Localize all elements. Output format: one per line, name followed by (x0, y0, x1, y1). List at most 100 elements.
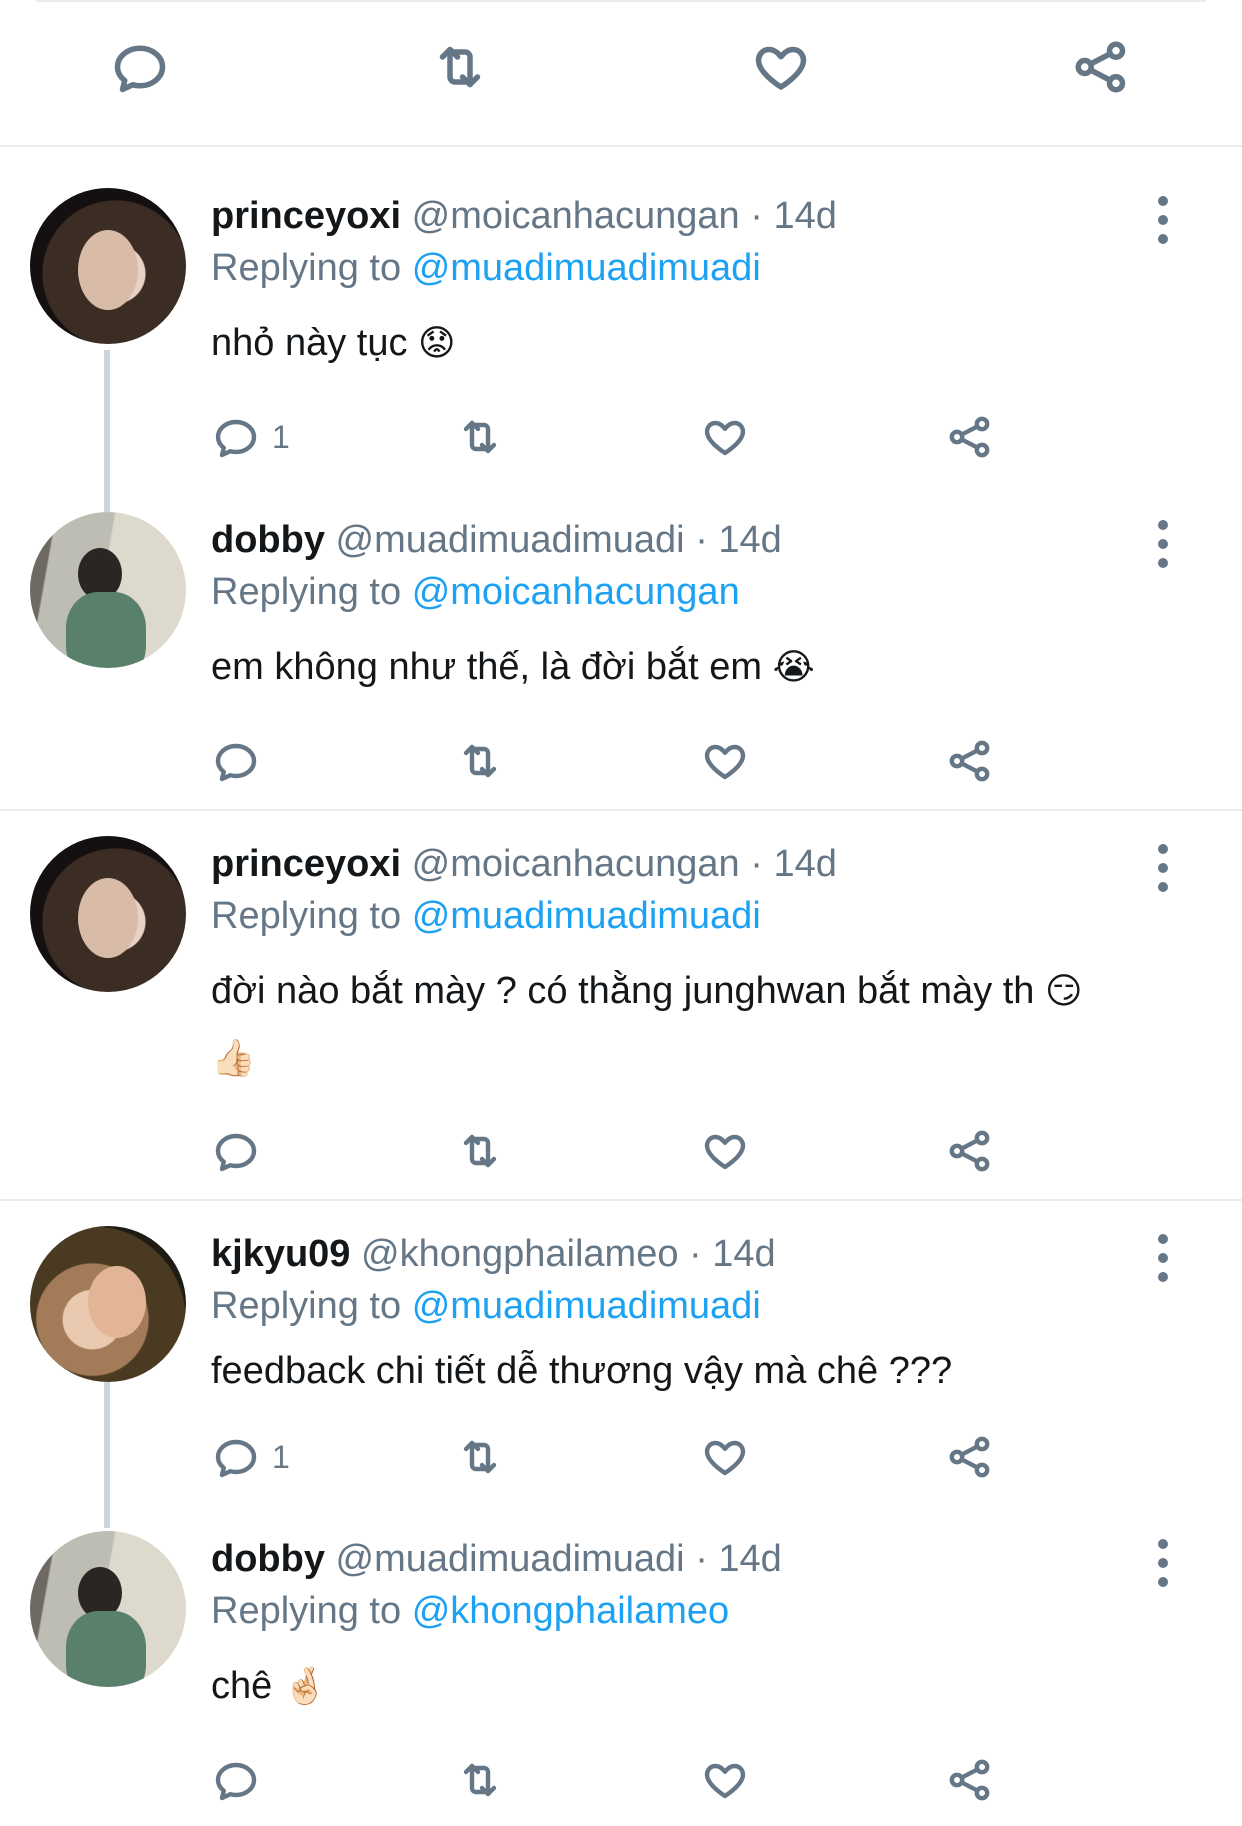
timestamp[interactable]: 14d (712, 1233, 775, 1275)
timestamp[interactable]: 14d (718, 1538, 781, 1580)
retweet-button[interactable] (456, 1432, 504, 1482)
emoji: 👍🏻 (211, 1038, 256, 1079)
more-options-button[interactable] (1148, 844, 1178, 892)
avatar[interactable] (30, 1226, 186, 1382)
handle[interactable]: @muadimuadimuadi (336, 1538, 685, 1580)
retweet-button[interactable] (456, 1126, 504, 1176)
share-button[interactable] (946, 1126, 994, 1176)
like-icon (751, 37, 811, 97)
retweet-icon (456, 1433, 504, 1481)
retweet-icon (456, 1756, 504, 1804)
retweet-icon (456, 413, 504, 461)
like-icon (701, 1433, 749, 1481)
tweet-text: nhỏ này tục 😟 (211, 310, 456, 377)
tweet-actions: 1 (0, 1432, 1242, 1482)
share-button[interactable] (946, 1755, 994, 1805)
reply-button[interactable] (108, 35, 172, 99)
tweet-text-content: em không như thế, là đời bắt em (211, 646, 762, 688)
handle[interactable]: @khongphailameo (361, 1233, 678, 1275)
replying-to: Replying to @khongphailameo (211, 1588, 729, 1634)
share-icon (1071, 37, 1131, 97)
timestamp[interactable]: 14d (773, 843, 836, 885)
share-button[interactable] (946, 1432, 994, 1482)
like-button[interactable] (749, 35, 813, 99)
tweet-header: princeyoxi @moicanhacungan · 14d (211, 193, 837, 239)
tweet-actions (0, 1755, 1242, 1805)
replying-label: Replying to (211, 571, 402, 613)
tweet-actions (0, 1126, 1242, 1176)
retweet-button[interactable] (428, 35, 492, 99)
reply-button[interactable] (212, 736, 272, 786)
like-icon (701, 413, 749, 461)
replying-label: Replying to (211, 895, 402, 937)
reply-icon (212, 1433, 260, 1481)
reply-icon (212, 1756, 260, 1804)
more-options-button[interactable] (1148, 520, 1178, 568)
timestamp[interactable]: 14d (773, 195, 836, 237)
handle[interactable]: @moicanhacungan (412, 195, 740, 237)
retweet-button[interactable] (456, 736, 504, 786)
reply-button[interactable]: 1 (212, 1432, 290, 1482)
more-options-button[interactable] (1148, 196, 1178, 244)
replying-to: Replying to @muadimuadimuadi (211, 245, 761, 291)
display-name[interactable]: princeyoxi (211, 843, 401, 885)
like-button[interactable] (701, 412, 749, 462)
tweet-actions: 1 (0, 412, 1242, 462)
reply-button[interactable] (212, 1126, 272, 1176)
like-icon (701, 1127, 749, 1175)
retweet-icon (456, 737, 504, 785)
handle[interactable]: @moicanhacungan (412, 843, 740, 885)
replying-label: Replying to (211, 1590, 402, 1632)
display-name[interactable]: princeyoxi (211, 195, 401, 237)
tweet-header: kjkyu09 @khongphailameo · 14d (211, 1231, 776, 1277)
dot-separator: · (695, 1538, 708, 1580)
avatar[interactable] (30, 512, 186, 668)
mention-link[interactable]: @muadimuadimuadi (412, 895, 761, 937)
avatar[interactable] (30, 1531, 186, 1687)
mention-link[interactable]: @muadimuadimuadi (412, 247, 761, 289)
like-button[interactable] (701, 736, 749, 786)
replying-to: Replying to @muadimuadimuadi (211, 893, 761, 939)
handle[interactable]: @muadimuadimuadi (336, 519, 685, 561)
divider (0, 1199, 1242, 1201)
share-icon (946, 1433, 994, 1481)
tweet-text: em không như thế, là đời bắt em 😭 (211, 634, 815, 701)
like-button[interactable] (701, 1432, 749, 1482)
divider (0, 809, 1242, 811)
tweet-actions (0, 736, 1242, 786)
avatar[interactable] (30, 836, 186, 992)
mention-link[interactable]: @muadimuadimuadi (412, 1285, 761, 1327)
reply-button[interactable]: 1 (212, 412, 290, 462)
timestamp[interactable]: 14d (718, 519, 781, 561)
like-button[interactable] (701, 1755, 749, 1805)
tweet-text: feedback chi tiết dễ thương vậy mà chê ?… (211, 1338, 952, 1405)
more-options-button[interactable] (1148, 1234, 1178, 1282)
emoji: 😏 (1045, 971, 1083, 1012)
like-icon (701, 1756, 749, 1804)
mention-link[interactable]: @khongphailameo (412, 1590, 729, 1632)
retweet-icon (456, 1127, 504, 1175)
display-name[interactable]: dobby (211, 519, 325, 561)
divider (0, 145, 1242, 147)
share-icon (946, 1127, 994, 1175)
replying-label: Replying to (211, 247, 402, 289)
retweet-button[interactable] (456, 1755, 504, 1805)
display-name[interactable]: kjkyu09 (211, 1233, 350, 1275)
share-button[interactable] (946, 736, 994, 786)
share-button[interactable] (946, 412, 994, 462)
avatar[interactable] (30, 188, 186, 344)
retweet-button[interactable] (456, 412, 504, 462)
reply-button[interactable] (212, 1755, 272, 1805)
more-options-button[interactable] (1148, 1539, 1178, 1587)
replying-to: Replying to @muadimuadimuadi (211, 1283, 761, 1329)
display-name[interactable]: dobby (211, 1538, 325, 1580)
tweet-header: dobby @muadimuadimuadi · 14d (211, 517, 782, 563)
share-button[interactable] (1069, 35, 1133, 99)
like-button[interactable] (701, 1126, 749, 1176)
replying-to: Replying to @moicanhacungan (211, 569, 740, 615)
tweet-text-content: feedback chi tiết dễ thương vậy mà chê ?… (211, 1350, 953, 1392)
parent-tweet-actions (0, 35, 1242, 105)
tweet-text: đời nào bắt mày ? có thằng junghwan bắt … (211, 958, 1083, 1092)
mention-link[interactable]: @moicanhacungan (412, 571, 740, 613)
reply-icon (110, 37, 170, 97)
